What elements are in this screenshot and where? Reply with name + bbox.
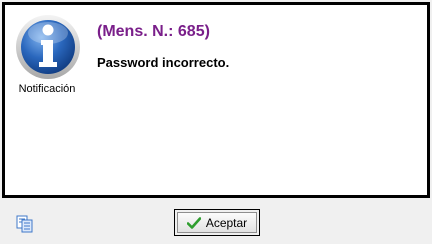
icon-caption: Notificación: [18, 83, 76, 95]
checkmark-icon: [186, 216, 201, 229]
accept-button-face[interactable]: Aceptar: [177, 212, 257, 233]
message-panel: Notificación (Mens. N.: 685) Password in…: [2, 2, 430, 198]
information-icon: [16, 15, 80, 79]
message-number-title: (Mens. N.: 685): [97, 23, 210, 40]
copy-icon[interactable]: [14, 214, 36, 234]
accept-label: Aceptar: [205, 215, 248, 230]
accept-button[interactable]: Aceptar: [174, 209, 260, 236]
message-text: Password incorrecto.: [97, 55, 230, 70]
copy-icon-graphic: [16, 215, 33, 233]
